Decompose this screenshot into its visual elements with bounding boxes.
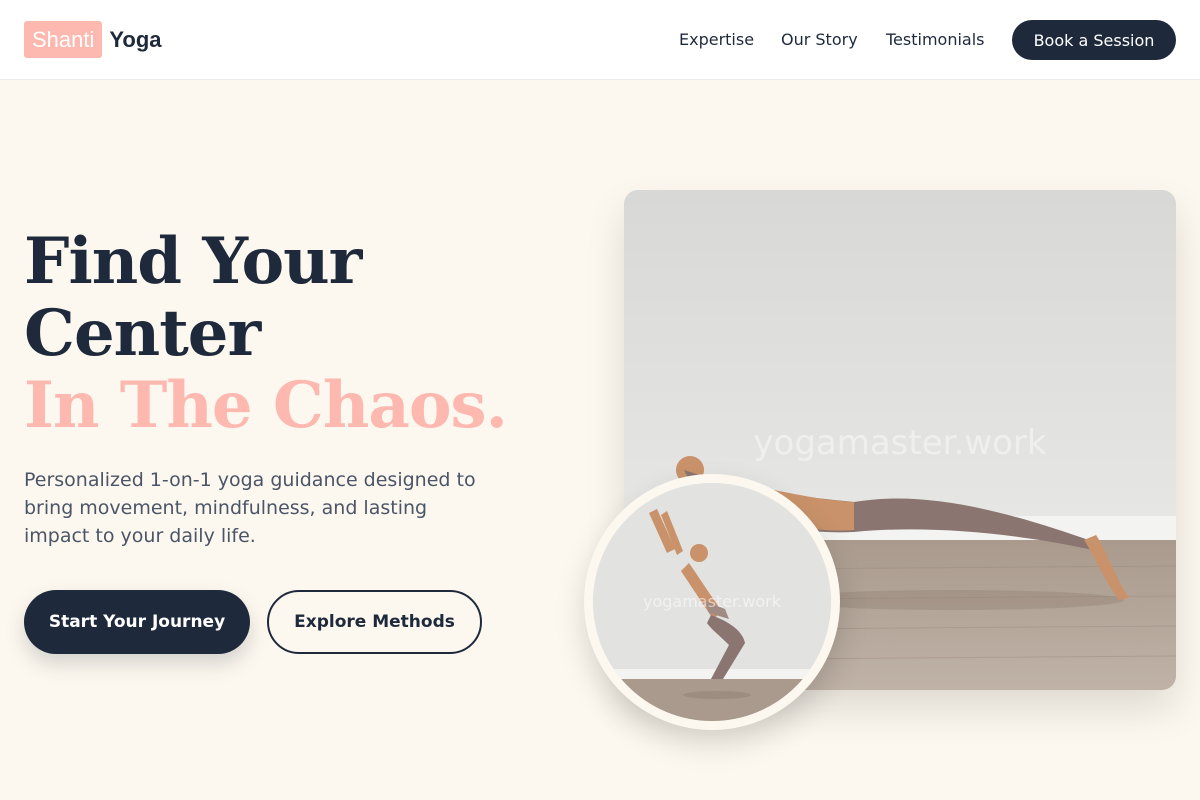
hero-title: Find Your Center In The Chaos. [24,224,508,443]
hero-title-line-2: Center [24,296,261,371]
main-image-watermark: yogamaster.work [753,423,1047,463]
inset-circle-image: yogamaster.work [584,474,840,730]
chair-pose-photo: yogamaster.work [593,483,831,721]
logo-word: Yoga [109,26,162,52]
site-header: Shanti Yoga Expertise Our Story Testimon… [0,0,1200,80]
nav-link-testimonials[interactable]: Testimonials [886,28,985,52]
hero-description: Personalized 1-on-1 yoga guidance design… [24,469,476,547]
hero-title-accent: In The Chaos. [24,368,508,443]
brand-logo[interactable]: Shanti Yoga [24,21,162,58]
inset-image-watermark: yogamaster.work [643,592,782,611]
start-journey-button[interactable]: Start Your Journey [24,590,250,654]
explore-methods-button[interactable]: Explore Methods [267,590,482,654]
hero-title-line-1: Find Your [24,224,362,299]
nav-link-expertise[interactable]: Expertise [679,28,754,52]
logo-mark: Shanti [24,21,103,58]
nav-link-our-story[interactable]: Our Story [781,28,858,52]
book-session-button[interactable]: Book a Session [1012,20,1176,60]
